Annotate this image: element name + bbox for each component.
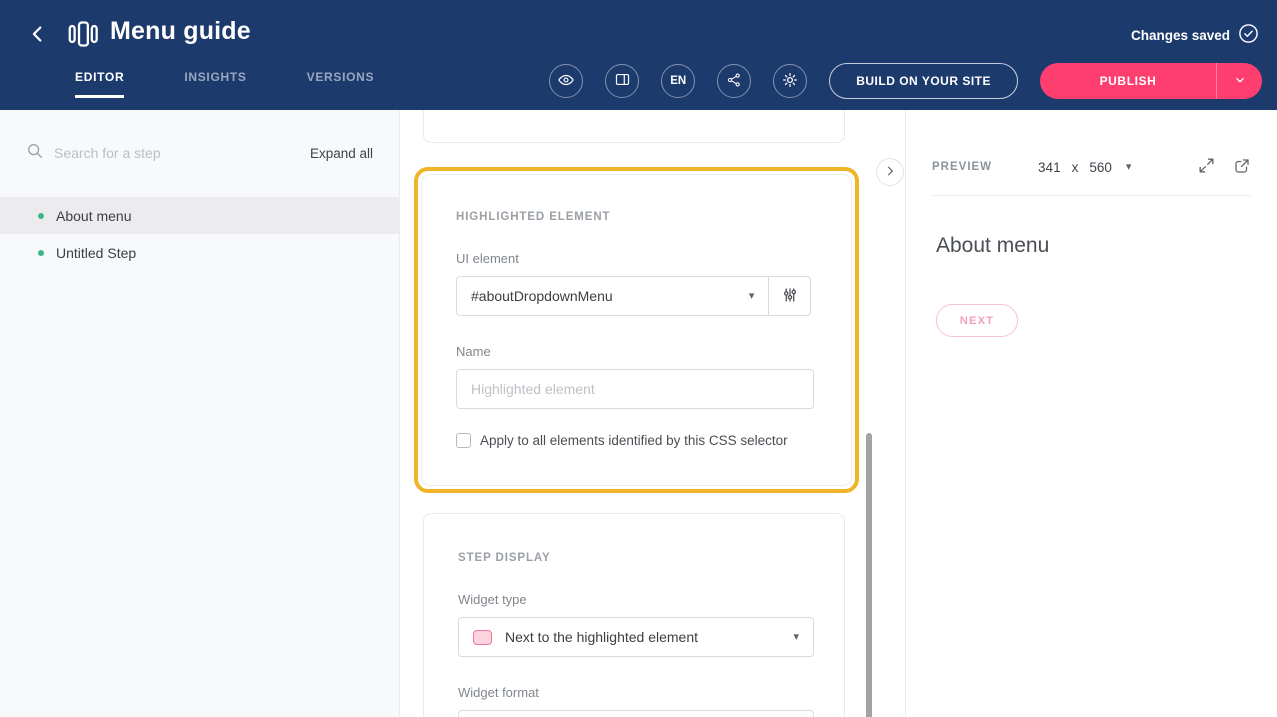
step-item-untitled-step[interactable]: Untitled Step [0, 234, 399, 271]
changes-saved-status: Changes saved [1131, 23, 1259, 47]
publish-dropdown-button[interactable] [1217, 63, 1262, 99]
app-logo-icon [68, 20, 98, 53]
step-status-dot [38, 213, 44, 219]
section-title: HIGHLIGHTED ELEMENT [456, 211, 811, 223]
share-button[interactable] [717, 64, 751, 98]
editor-scrollbar[interactable] [866, 433, 872, 717]
collapse-preview-button[interactable] [876, 158, 904, 186]
previous-settings-card [423, 110, 845, 143]
step-status-dot [38, 250, 44, 256]
check-circle-icon [1238, 23, 1259, 47]
apply-all-checkbox[interactable] [456, 433, 471, 448]
widget-type-select[interactable]: Next to the highlighted element ▾ [458, 617, 814, 657]
publish-button[interactable]: PUBLISH [1040, 63, 1216, 99]
step-search-input[interactable] [54, 145, 299, 161]
widget-type-icon [473, 630, 492, 645]
widget-type-label: Widget type [458, 592, 812, 607]
ui-element-label: UI element [456, 251, 811, 266]
section-title: STEP DISPLAY [458, 552, 812, 564]
open-in-new-icon [1233, 157, 1251, 178]
preview-header-actions [1197, 156, 1251, 178]
app-window: Menu guide Changes saved EDITOR INSIGHTS… [0, 0, 1277, 717]
preview-panel-label: PREVIEW [932, 161, 992, 173]
element-settings-button[interactable] [769, 276, 811, 316]
step-display-card: STEP DISPLAY Widget type Next to the hig… [423, 513, 845, 717]
preview-step-title: About menu [936, 234, 1247, 258]
preview-height-value: 560 [1089, 160, 1112, 175]
preview-width-value: 341 [1038, 160, 1061, 175]
layout-panel-icon [614, 71, 631, 91]
build-on-your-site-button[interactable]: BUILD ON YOUR SITE [829, 63, 1018, 99]
preview-panel: PREVIEW 341 x 560 ▾ [905, 110, 1277, 717]
share-icon [726, 72, 742, 91]
language-label: EN [670, 75, 686, 87]
header-actions: EN BUILD ON YOUR SITE PUBLISH [549, 63, 1262, 99]
tab-editor[interactable]: EDITOR [75, 60, 124, 98]
layout-button[interactable] [605, 64, 639, 98]
tab-versions[interactable]: VERSIONS [307, 60, 375, 98]
changes-saved-label: Changes saved [1131, 28, 1230, 43]
chevron-down-icon: ▾ [793, 632, 799, 643]
open-in-new-window-button[interactable] [1233, 157, 1251, 178]
step-item-about-menu[interactable]: About menu [0, 197, 399, 234]
widget-format-select[interactable] [458, 710, 814, 717]
gear-icon [781, 71, 799, 92]
step-label: About menu [56, 208, 132, 224]
tab-insights[interactable]: INSIGHTS [184, 60, 246, 98]
step-editor-panel: HIGHLIGHTED ELEMENT UI element #aboutDro… [401, 110, 905, 717]
back-button[interactable] [24, 21, 52, 49]
highlighted-element-card: HIGHLIGHTED ELEMENT UI element #aboutDro… [421, 174, 852, 486]
preview-content: About menu NEXT [906, 196, 1277, 337]
header-tabs: EDITOR INSIGHTS VERSIONS [75, 60, 374, 98]
highlighted-section-ring: HIGHLIGHTED ELEMENT UI element #aboutDro… [414, 167, 859, 493]
chevron-down-icon: ▾ [749, 291, 755, 302]
apply-all-label: Apply to all elements identified by this… [480, 433, 788, 448]
chevron-down-icon [1233, 73, 1247, 90]
publish-split-button: PUBLISH [1040, 63, 1262, 99]
chevron-down-icon: ▾ [1126, 162, 1132, 173]
diagonal-arrows-icon [1197, 156, 1216, 178]
step-label: Untitled Step [56, 245, 136, 261]
preview-eye-button[interactable] [549, 64, 583, 98]
expand-all-button[interactable]: Expand all [310, 146, 373, 161]
preview-fullscreen-button[interactable] [1197, 156, 1216, 178]
sliders-icon [781, 286, 799, 307]
preview-header: PREVIEW 341 x 560 ▾ [932, 110, 1251, 196]
preview-size-selector[interactable]: 341 x 560 ▾ [1038, 160, 1131, 175]
ui-element-value: #aboutDropdownMenu [471, 288, 613, 304]
guide-title: Menu guide [110, 17, 251, 46]
ui-element-select-row: #aboutDropdownMenu ▾ [456, 276, 811, 316]
step-search-row: Expand all [0, 110, 399, 164]
next-button[interactable]: NEXT [936, 304, 1018, 337]
steps-sidebar: Expand all About menu Untitled Step [0, 110, 400, 717]
settings-button[interactable] [773, 64, 807, 98]
element-name-input[interactable] [456, 369, 814, 409]
chevron-left-icon [27, 23, 49, 48]
name-label: Name [456, 344, 811, 359]
ui-element-select[interactable]: #aboutDropdownMenu ▾ [456, 276, 769, 316]
apply-all-row[interactable]: Apply to all elements identified by this… [456, 433, 811, 448]
eye-icon [557, 71, 575, 92]
chevron-right-icon [883, 164, 897, 181]
widget-format-label: Widget format [458, 685, 812, 700]
widget-type-value: Next to the highlighted element [505, 629, 780, 645]
search-icon [26, 142, 43, 164]
preview-size-separator: x [1072, 160, 1079, 175]
top-navbar: Menu guide Changes saved EDITOR INSIGHTS… [0, 0, 1277, 110]
step-list: About menu Untitled Step [0, 197, 399, 271]
language-button[interactable]: EN [661, 64, 695, 98]
